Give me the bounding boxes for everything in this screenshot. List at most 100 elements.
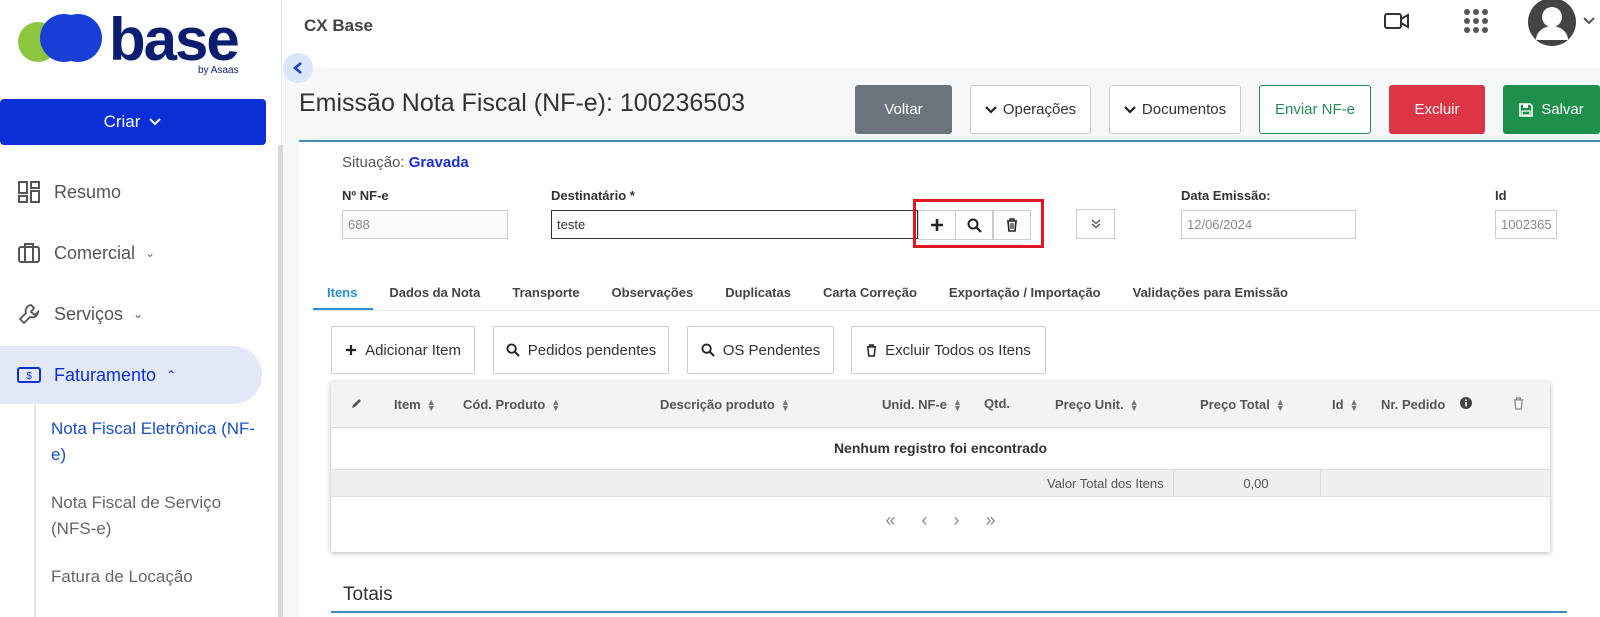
column-header-nr-pedido[interactable]: Nr. Pedido bbox=[1381, 397, 1449, 412]
search-recipient-button[interactable] bbox=[955, 210, 993, 240]
tab-exportacao-importacao[interactable]: Exportação / Importação bbox=[933, 276, 1117, 310]
column-label: Item bbox=[394, 397, 421, 412]
edit-column-icon bbox=[351, 397, 363, 409]
column-header-unid[interactable]: Unid. NF-e ▲ ▼ bbox=[882, 397, 962, 412]
column-label: Unid. NF-e bbox=[882, 397, 947, 412]
sidebar-item-label: Resumo bbox=[54, 181, 122, 202]
double-chevron-down-icon bbox=[1091, 219, 1100, 229]
column-header-descricao[interactable]: Descrição produto ▲ ▼ bbox=[660, 397, 790, 412]
tab-itens[interactable]: Itens bbox=[313, 276, 374, 310]
status-badge: Gravada bbox=[408, 154, 469, 171]
sort-icon: ▲ ▼ bbox=[426, 396, 436, 413]
sidebar-subitem-locacao[interactable]: Fatura de Locação bbox=[51, 564, 261, 590]
column-label: Preço Total bbox=[1200, 397, 1270, 412]
items-table: Item ▲ ▼ Cód. Produto ▲ ▼ Descrição produto ▲… bbox=[331, 382, 1550, 552]
column-label: Descrição produto bbox=[660, 397, 775, 412]
operations-button[interactable]: Operações bbox=[970, 85, 1091, 134]
chevron-down-icon: ⌄ bbox=[133, 307, 144, 321]
tab-bar: Itens Dados da Nota Transporte Observaçõ… bbox=[313, 276, 1600, 311]
info-icon[interactable] bbox=[1460, 397, 1472, 409]
tab-transporte[interactable]: Transporte bbox=[496, 276, 595, 310]
trash-icon bbox=[1007, 218, 1017, 232]
prev-page-icon[interactable]: ‹ bbox=[922, 510, 928, 531]
column-header-preco-total[interactable]: Preço Total ▲ ▼ bbox=[1200, 397, 1285, 412]
pending-os-button[interactable]: OS Pendentes bbox=[687, 326, 834, 374]
column-header-id[interactable]: Id ▲ ▼ bbox=[1332, 397, 1358, 412]
sidebar-subitem-nfe[interactable]: Nota Fiscal Eletrônica (NF-e) bbox=[51, 416, 261, 468]
send-nfe-button[interactable]: Enviar NF-e bbox=[1259, 85, 1371, 134]
sidebar-item-servicos[interactable]: Serviços ⌄ bbox=[0, 285, 262, 343]
search-icon bbox=[701, 343, 715, 357]
sidebar-item-label: Comercial bbox=[54, 242, 136, 263]
operations-label: Operações bbox=[1002, 101, 1077, 118]
column-header-qtd[interactable]: Qtd. bbox=[984, 396, 1010, 411]
pending-os-label: OS Pendentes bbox=[722, 341, 821, 359]
tab-carta-correcao[interactable]: Carta Correção bbox=[807, 276, 933, 310]
sidebar-item-faturamento[interactable]: $ Faturamento ⌃ bbox=[0, 346, 262, 404]
delete-all-items-label: Excluir Todos os Itens bbox=[885, 341, 1031, 359]
column-label: Qtd. bbox=[984, 396, 1010, 411]
sort-icon: ▲ ▼ bbox=[953, 396, 962, 413]
status-line: Situação: Gravada bbox=[342, 154, 469, 171]
app-title: CX Base bbox=[304, 16, 373, 35]
tab-observacoes[interactable]: Observações bbox=[596, 276, 710, 310]
column-label: Nr. Pedido bbox=[1381, 397, 1446, 412]
chevron-up-icon: ⌃ bbox=[166, 368, 177, 382]
chevron-down-icon: ⌄ bbox=[145, 246, 156, 260]
logo-word: base bbox=[109, 6, 240, 73]
page-title: Emissão Nota Fiscal (NF-e): 100236503 bbox=[299, 89, 746, 117]
collapse-sidebar-button[interactable] bbox=[283, 53, 313, 83]
money-icon: $ bbox=[14, 360, 44, 390]
sidebar-subitem-nfse[interactable]: Nota Fiscal de Serviço (NFS-e) bbox=[51, 490, 261, 542]
add-item-button[interactable]: Adicionar Item bbox=[331, 326, 475, 374]
pending-orders-button[interactable]: Pedidos pendentes bbox=[493, 326, 669, 374]
recipient-label: Destinatário * bbox=[551, 188, 635, 203]
delete-all-items-button[interactable]: Excluir Todos os Itens bbox=[851, 326, 1046, 374]
sidebar-item-comercial[interactable]: Comercial ⌄ bbox=[0, 224, 262, 282]
add-recipient-button[interactable] bbox=[918, 210, 956, 240]
logo-sub: by Asaas bbox=[198, 65, 239, 76]
back-button[interactable]: Voltar bbox=[855, 85, 952, 134]
column-header-cod-produto[interactable]: Cód. Produto ▲ ▼ bbox=[463, 397, 560, 412]
apps-grid-icon[interactable] bbox=[1463, 8, 1489, 39]
issue-date-field[interactable] bbox=[1181, 210, 1356, 239]
next-page-icon[interactable]: › bbox=[954, 510, 960, 531]
sort-icon: ▲ ▼ bbox=[551, 396, 561, 413]
tab-validacoes[interactable]: Validações para Emissão bbox=[1117, 276, 1304, 310]
total-label: Valor Total dos Itens bbox=[1047, 476, 1164, 491]
last-page-icon[interactable]: » bbox=[986, 510, 996, 531]
sort-icon: ▲ ▼ bbox=[1129, 396, 1139, 413]
sidebar-item-resumo[interactable]: Resumo bbox=[0, 163, 262, 221]
logo[interactable]: base by Asaas bbox=[16, 10, 256, 80]
divider bbox=[1320, 470, 1321, 497]
add-item-label: Adicionar Item bbox=[365, 341, 461, 359]
user-avatar-icon[interactable] bbox=[1528, 0, 1600, 51]
wrench-icon bbox=[14, 299, 44, 329]
id-label: Id bbox=[1495, 188, 1507, 203]
dashboard-icon bbox=[14, 177, 44, 207]
svg-text:$: $ bbox=[26, 371, 32, 382]
nfe-number-field[interactable] bbox=[342, 210, 508, 239]
id-field[interactable] bbox=[1495, 210, 1557, 239]
clear-recipient-button[interactable] bbox=[993, 210, 1031, 240]
first-page-icon[interactable]: « bbox=[885, 510, 895, 531]
create-label: Criar bbox=[103, 112, 141, 131]
tab-duplicatas[interactable]: Duplicatas bbox=[709, 276, 807, 310]
status-label: Situação: bbox=[342, 154, 405, 171]
column-header-preco-unit[interactable]: Preço Unit. ▲ ▼ bbox=[1055, 397, 1139, 412]
video-icon[interactable] bbox=[1383, 10, 1411, 37]
divider bbox=[1173, 470, 1174, 497]
expand-fields-button[interactable] bbox=[1076, 209, 1115, 239]
sort-icon: ▲ ▼ bbox=[1275, 396, 1285, 413]
column-header-item[interactable]: Item ▲ ▼ bbox=[394, 397, 436, 412]
trash-icon[interactable] bbox=[1513, 397, 1524, 410]
tab-dados-da-nota[interactable]: Dados da Nota bbox=[373, 276, 496, 310]
total-value: 0,00 bbox=[1243, 476, 1269, 491]
recipient-field[interactable] bbox=[551, 210, 918, 239]
save-button[interactable]: Salvar bbox=[1503, 85, 1600, 134]
chevron-down-icon bbox=[985, 105, 997, 114]
create-button[interactable]: Criar bbox=[0, 99, 266, 145]
documents-button[interactable]: Documentos bbox=[1109, 85, 1241, 134]
delete-button[interactable]: Excluir bbox=[1389, 85, 1485, 134]
plus-icon bbox=[931, 219, 943, 231]
